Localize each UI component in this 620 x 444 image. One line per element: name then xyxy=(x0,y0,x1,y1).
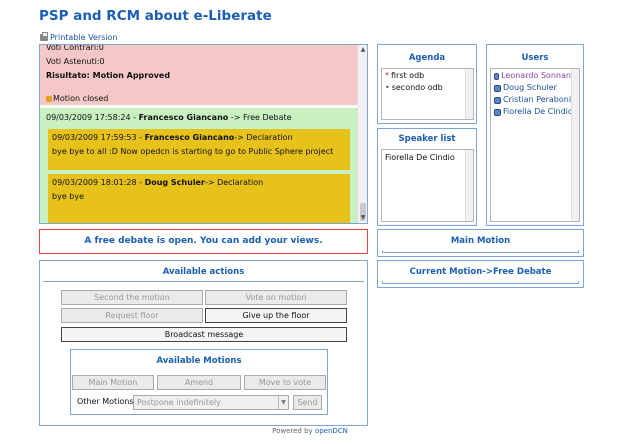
user-icon xyxy=(494,72,500,80)
speaker-list-panel: Speaker list Fiorella De Cindio xyxy=(377,128,477,226)
user-name[interactable]: Doug Schuler xyxy=(503,82,557,94)
bullet-icon: • xyxy=(385,83,390,92)
scroll-up-icon[interactable]: ▲ xyxy=(359,46,367,54)
user-item[interactable]: Leonardo Sonnante xyxy=(491,70,579,82)
available-actions-panel: Available actions Second the motion Vote… xyxy=(39,260,368,426)
user-name[interactable]: Cristian Peraboni xyxy=(503,94,571,106)
debate-header: 09/03/2009 17:58:24 - Francesco Giancano… xyxy=(46,113,292,122)
lock-icon xyxy=(46,96,52,102)
printable-version-link[interactable]: Printable Version xyxy=(40,32,118,42)
footer-prefix: Powered by xyxy=(272,427,313,435)
agenda-panel: Agenda * first odb • secondo odb xyxy=(377,44,477,124)
current-motion-bar xyxy=(382,281,579,284)
message-timestamp: 09/03/2009 17:59:53 xyxy=(52,133,137,142)
message-text: bye bye to all :D Now opedcn is starting… xyxy=(52,147,334,156)
user-icon xyxy=(494,108,501,116)
other-motions-selected: Postpone indefinitely xyxy=(137,398,221,407)
free-debate-notice: A free debate is open. You can add your … xyxy=(39,229,368,254)
current-motion-box[interactable]: Current Motion->Free Debate xyxy=(377,260,584,288)
broadcast-message-button[interactable]: Broadcast message xyxy=(61,327,347,342)
other-motions-label: Other Motions xyxy=(77,397,134,406)
agenda-scrollbar[interactable] xyxy=(465,69,473,119)
declaration-message: 09/03/2009 17:59:53 - Francesco Giancano… xyxy=(48,129,350,170)
speaker-item[interactable]: Fiorella De Cindio xyxy=(382,152,473,164)
chat-scrollbar[interactable]: ▲ ▼ xyxy=(357,45,367,223)
amend-button[interactable]: Amend xyxy=(157,375,241,390)
closed-motion-block: Voti Contrari:0 Voti Astenuti:0 Risultat… xyxy=(40,45,358,105)
user-item[interactable]: Doug Schuler xyxy=(491,82,579,94)
motion-closed-text: Motion closed xyxy=(53,94,109,103)
chat-log[interactable]: Voti Contrari:0 Voti Astenuti:0 Risultat… xyxy=(39,44,368,224)
message-text: bye bye xyxy=(52,192,85,201)
chevron-down-icon: ▼ xyxy=(278,396,288,409)
user-item[interactable]: Fiorella De Cindio xyxy=(491,106,579,118)
message-timestamp: 09/03/2009 18:01:28 xyxy=(52,178,137,187)
message-suffix: -> Declaration xyxy=(204,178,264,187)
vote-line: Voti Astenuti:0 xyxy=(46,57,105,66)
user-name[interactable]: Fiorella De Cindio xyxy=(503,106,573,118)
user-name[interactable]: Leonardo Sonnante xyxy=(501,70,579,82)
other-motions-select[interactable]: Postpone indefinitely ▼ xyxy=(133,395,289,410)
available-motions-panel: Available Motions Main Motion Amend Move… xyxy=(70,349,328,415)
message-author: Francesco Giancano xyxy=(144,133,235,142)
users-panel: Users Leonardo Sonnante Doug Schuler Cri… xyxy=(486,44,584,226)
main-motion-box[interactable]: Main Motion xyxy=(377,229,584,257)
second-motion-button[interactable]: Second the motion xyxy=(61,290,203,305)
users-list[interactable]: Leonardo Sonnante Doug Schuler Cristian … xyxy=(490,68,580,222)
agenda-item[interactable]: * first odb xyxy=(382,70,473,82)
motion-closed-row: Motion closed xyxy=(46,92,352,106)
agenda-item[interactable]: • secondo odb xyxy=(382,82,473,94)
main-motion-label[interactable]: Main Motion xyxy=(378,230,583,252)
vote-on-motion-button[interactable]: Vote on motion xyxy=(205,290,347,305)
give-up-floor-button[interactable]: Give up the floor xyxy=(205,308,347,323)
footer: Powered by openDCN xyxy=(0,427,620,435)
agenda-list[interactable]: * first odb • secondo odb xyxy=(381,68,474,120)
agenda-title: Agenda xyxy=(408,53,446,63)
user-icon xyxy=(494,84,501,92)
current-motion-label[interactable]: Current Motion->Free Debate xyxy=(378,261,583,283)
printer-icon xyxy=(40,32,48,41)
divider xyxy=(43,281,364,283)
message-header: 09/03/2009 17:59:53 - Francesco Giancano… xyxy=(52,133,293,142)
available-motions-title: Available Motions xyxy=(156,356,242,366)
star-icon: * xyxy=(385,71,389,80)
debate-author: Francesco Giancano xyxy=(138,113,229,122)
speaker-list[interactable]: Fiorella De Cindio xyxy=(381,149,474,222)
agenda-item-label[interactable]: secondo odb xyxy=(392,82,443,94)
printable-version-label[interactable]: Printable Version xyxy=(50,33,118,42)
user-item[interactable]: Cristian Peraboni xyxy=(491,94,579,106)
debate-timestamp: 09/03/2009 17:58:24 xyxy=(46,113,131,122)
message-author: Doug Schuler xyxy=(144,178,205,187)
message-header: 09/03/2009 18:01:28 - Doug Schuler-> Dec… xyxy=(52,178,264,187)
speaker-list-title: Speaker list xyxy=(398,134,456,144)
move-to-vote-button[interactable]: Move to vote xyxy=(244,375,326,390)
debate-suffix: -> Free Debate xyxy=(230,113,292,122)
footer-brand-link[interactable]: openDCN xyxy=(315,427,348,435)
agenda-item-label[interactable]: first odb xyxy=(391,70,424,82)
users-scrollbar[interactable] xyxy=(571,69,579,221)
users-title: Users xyxy=(521,53,549,63)
available-actions-title: Available actions xyxy=(162,267,245,277)
declaration-message: 09/03/2009 18:01:28 - Doug Schuler-> Dec… xyxy=(48,174,350,223)
scroll-down-icon[interactable]: ▼ xyxy=(359,214,367,222)
speaker-scrollbar[interactable] xyxy=(465,150,473,221)
main-motion-bar xyxy=(382,250,579,253)
result-label: Risultato: Motion Approved xyxy=(46,71,171,80)
request-floor-button[interactable]: Request floor xyxy=(61,308,203,323)
user-icon xyxy=(494,96,501,104)
send-button[interactable]: Send xyxy=(293,395,322,410)
main-motion-button[interactable]: Main Motion xyxy=(72,375,154,390)
free-debate-block: 09/03/2009 17:58:24 - Francesco Giancano… xyxy=(40,108,358,223)
vote-line: Voti Contrari:0 xyxy=(46,44,104,52)
page-title: PSP and RCM about e-Liberate xyxy=(39,8,272,24)
message-suffix: -> Declaration xyxy=(234,133,293,142)
